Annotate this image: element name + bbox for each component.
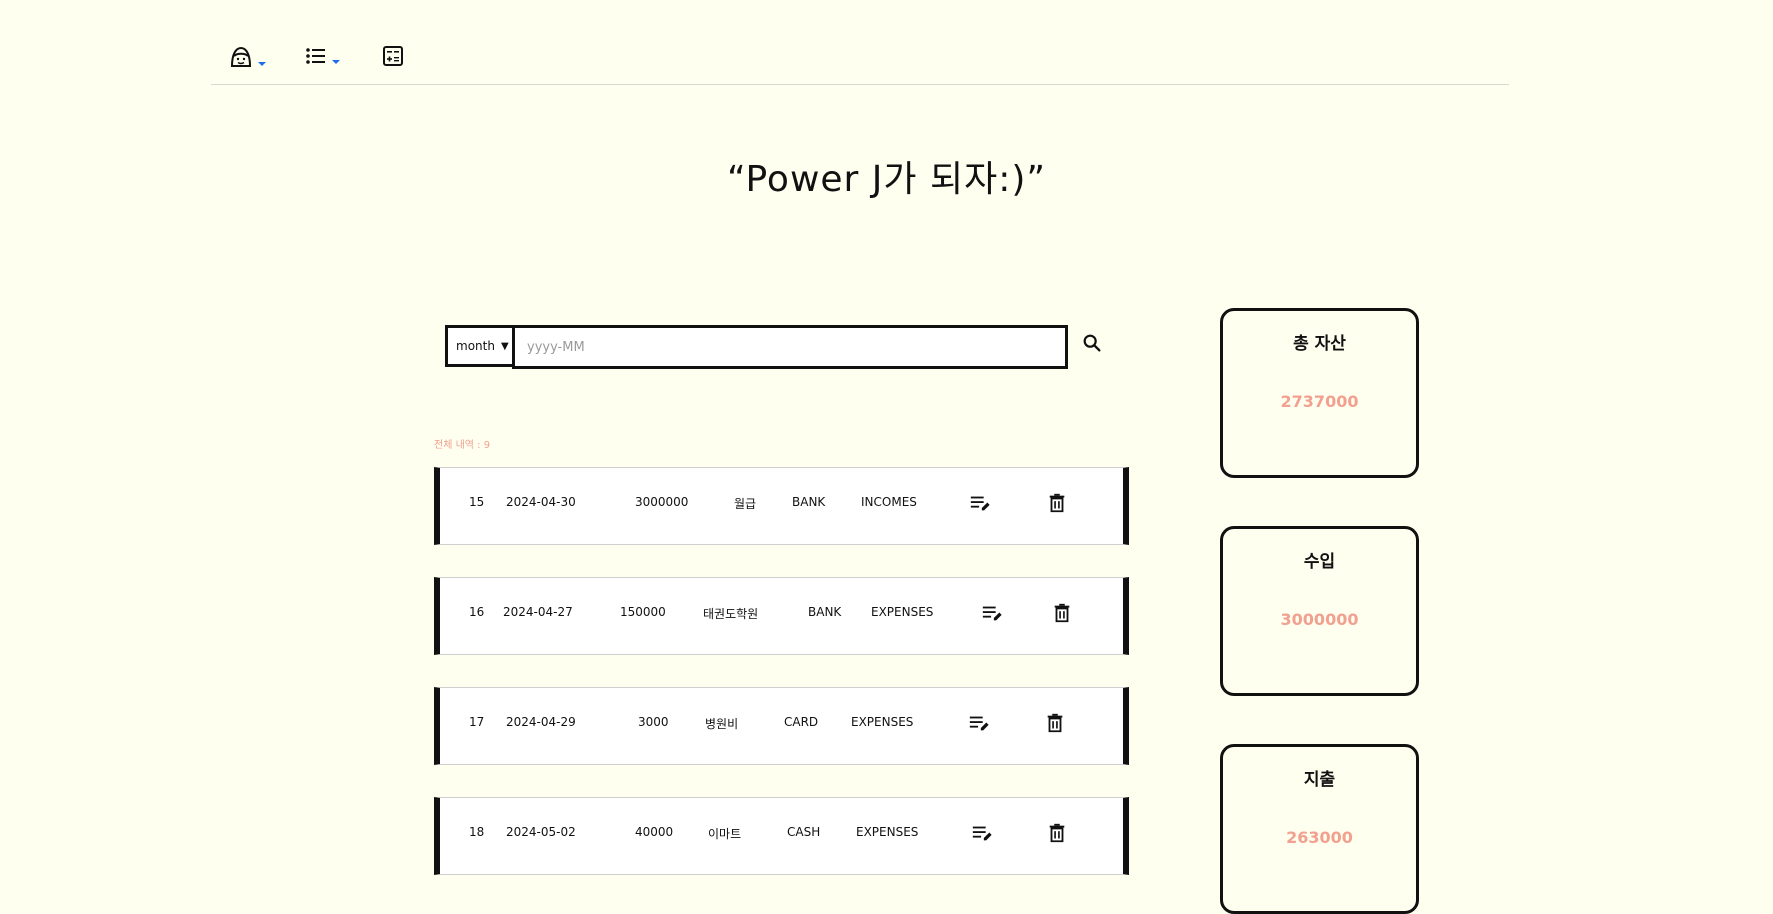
record-row: 17 2024-04-29 3000 병원비 CARD EXPENSES: [434, 687, 1129, 765]
calculator-icon: [383, 46, 403, 66]
profile-menu[interactable]: [228, 44, 266, 70]
card-title: 지출: [1303, 770, 1336, 790]
delete-button[interactable]: [1051, 602, 1073, 627]
record-type: EXPENSES: [851, 715, 914, 729]
edit-button[interactable]: [971, 822, 993, 847]
card-title: 수입: [1303, 552, 1336, 572]
edit-note-icon: [969, 716, 989, 731]
trash-icon: [1054, 603, 1070, 623]
record-type: EXPENSES: [871, 605, 934, 619]
delete-button[interactable]: [1046, 492, 1068, 517]
record-amount: 40000: [635, 825, 674, 839]
record-date: 2024-04-27: [503, 605, 573, 619]
edit-note-icon: [970, 496, 990, 511]
chevron-down-icon: [258, 62, 266, 66]
edit-button[interactable]: [968, 712, 990, 737]
delete-button[interactable]: [1044, 712, 1066, 737]
record-row: 18 2024-05-02 40000 이마트 CASH EXPENSES: [434, 797, 1129, 875]
chevron-down-icon: ▼: [500, 340, 509, 352]
card-title: 총 자산: [1293, 334, 1346, 354]
record-method: CARD: [784, 715, 819, 729]
record-memo: 병원비: [705, 717, 739, 731]
record-id: 18: [469, 825, 485, 839]
record-method: CASH: [787, 825, 821, 839]
record-amount: 3000: [638, 715, 669, 729]
income-card: 수입 3000000: [1220, 526, 1419, 696]
record-date: 2024-04-30: [506, 495, 576, 509]
record-date: 2024-04-29: [506, 715, 576, 729]
delete-button[interactable]: [1046, 822, 1068, 847]
search-button[interactable]: [1081, 332, 1103, 358]
list-menu[interactable]: [304, 44, 340, 68]
calculator-button[interactable]: [381, 44, 405, 68]
search-input[interactable]: [512, 325, 1068, 369]
record-amount: 150000: [620, 605, 666, 619]
record-memo: 월급: [734, 497, 757, 511]
record-method: BANK: [792, 495, 826, 509]
record-id: 15: [469, 495, 485, 509]
chevron-down-icon: [332, 60, 340, 64]
period-select[interactable]: month ▼: [445, 325, 512, 367]
edit-note-icon: [972, 826, 992, 841]
record-id: 16: [469, 605, 485, 619]
record-row: 15 2024-04-30 3000000 월급 BANK INCOMES: [434, 467, 1129, 545]
total-count: 전체 내역 : 9: [434, 440, 491, 451]
search-icon: [1083, 334, 1101, 352]
trash-icon: [1047, 713, 1063, 733]
period-select-value: month: [456, 339, 495, 353]
record-memo: 태권도학원: [703, 607, 759, 621]
list-icon: [306, 48, 325, 64]
expense-card: 지출 263000: [1220, 744, 1419, 914]
trash-icon: [1049, 493, 1065, 513]
record-id: 17: [469, 715, 485, 729]
card-value: 3000000: [1280, 610, 1359, 629]
record-memo: 이마트: [708, 827, 742, 841]
edit-note-icon: [982, 606, 1002, 621]
page-headline: “Power J가 되자:)”: [726, 159, 1047, 200]
edit-button[interactable]: [969, 492, 991, 517]
edit-button[interactable]: [981, 602, 1003, 627]
card-value: 263000: [1286, 828, 1353, 847]
record-row: 16 2024-04-27 150000 태권도학원 BANK EXPENSES: [434, 577, 1129, 655]
record-method: BANK: [808, 605, 842, 619]
card-value: 2737000: [1280, 392, 1359, 411]
trash-icon: [1049, 823, 1065, 843]
profile-face-icon: [230, 46, 252, 67]
record-type: INCOMES: [861, 495, 917, 509]
record-date: 2024-05-02: [506, 825, 576, 839]
top-nav: [211, 30, 1509, 85]
total-assets-card: 총 자산 2737000: [1220, 308, 1419, 478]
record-amount: 3000000: [635, 495, 689, 509]
record-type: EXPENSES: [856, 825, 919, 839]
